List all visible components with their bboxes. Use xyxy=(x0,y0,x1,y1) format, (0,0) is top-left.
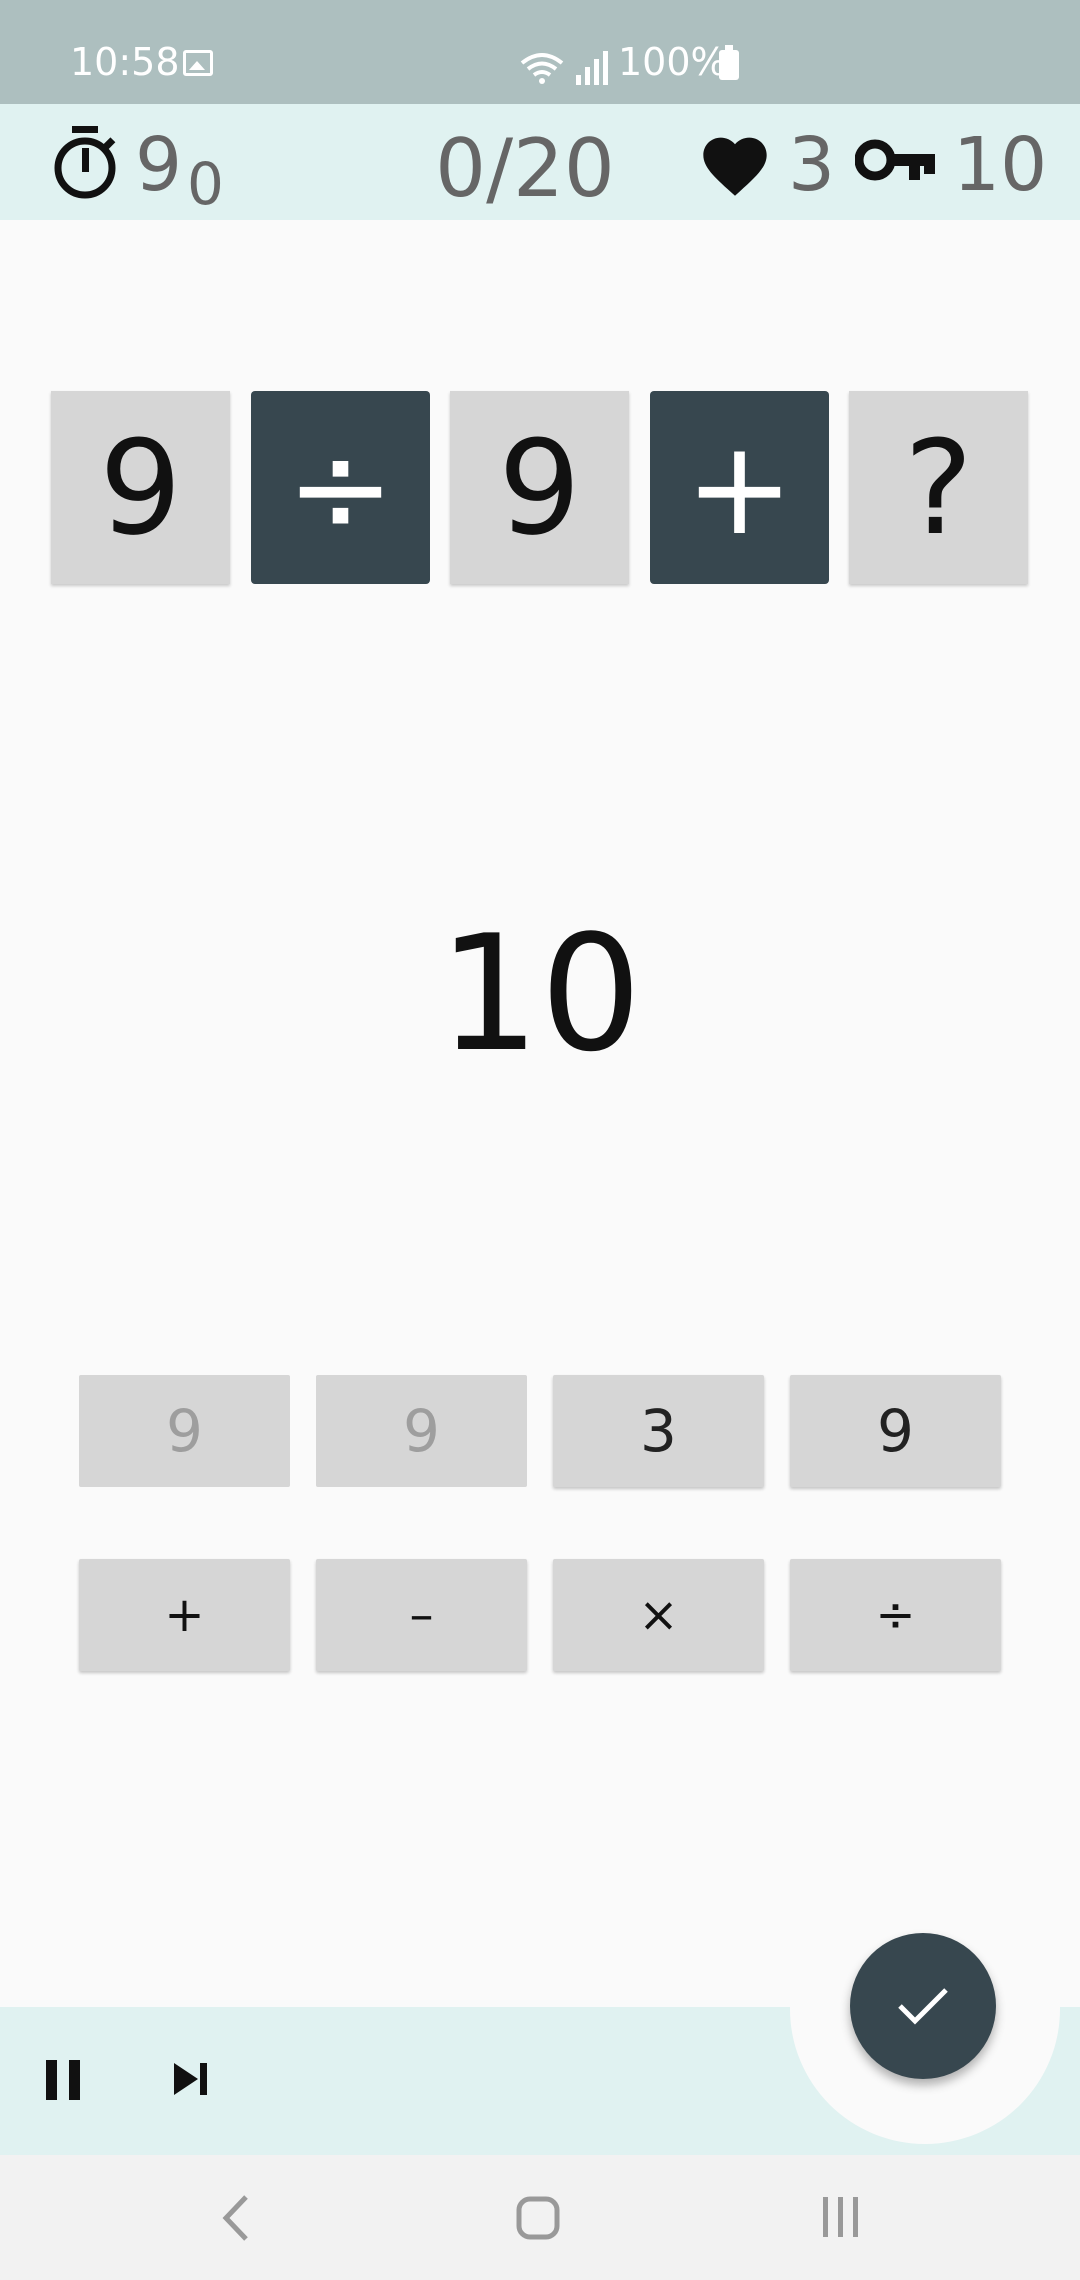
heart-icon xyxy=(703,137,767,196)
system-nav-bar xyxy=(0,2155,1080,2280)
gallery-notification-icon xyxy=(183,50,213,76)
equation-number-tile[interactable]: 9 xyxy=(450,391,629,584)
target-result: 10 xyxy=(438,900,642,1087)
multiply-key[interactable]: × xyxy=(553,1559,764,1671)
recent-apps-icon[interactable] xyxy=(820,2195,862,2239)
skip-next-icon[interactable] xyxy=(172,2060,210,2098)
divide-key[interactable]: ÷ xyxy=(790,1559,1001,1671)
timer-tenths: 0 xyxy=(187,150,224,218)
equation-number-tile[interactable]: 9 xyxy=(51,391,230,584)
key-icon xyxy=(855,139,935,181)
number-key[interactable]: 9 xyxy=(790,1375,1001,1487)
question-progress: 0/20 xyxy=(435,122,615,215)
status-bar: 10:58 100% xyxy=(0,0,1080,104)
lives-count: 3 xyxy=(788,122,836,208)
battery-percent: 100% xyxy=(618,40,727,84)
pause-icon[interactable] xyxy=(44,2058,82,2102)
minus-key[interactable]: – xyxy=(316,1559,527,1671)
number-key[interactable]: 9 xyxy=(79,1375,290,1487)
number-key[interactable]: 3 xyxy=(553,1375,764,1487)
game-stats-bar: 9 0 0/20 3 10 xyxy=(0,104,1080,220)
equation-operator-tile[interactable]: ÷ xyxy=(251,391,430,584)
wifi-signal-icon xyxy=(520,51,608,85)
back-icon[interactable] xyxy=(218,2193,252,2243)
equation-unknown-tile[interactable]: ? xyxy=(849,391,1028,584)
timer-seconds: 9 xyxy=(135,122,183,208)
number-key[interactable]: 9 xyxy=(316,1375,527,1487)
home-icon[interactable] xyxy=(515,2195,561,2241)
checkmark-icon xyxy=(898,1988,948,2025)
submit-answer-button[interactable] xyxy=(850,1933,996,2079)
hint-keys-count: 10 xyxy=(953,122,1048,208)
plus-key[interactable]: + xyxy=(79,1559,290,1671)
stopwatch-icon xyxy=(54,126,116,199)
status-time: 10:58 xyxy=(70,40,180,84)
battery-icon xyxy=(719,45,739,80)
equation-operator-tile[interactable]: + xyxy=(650,391,829,584)
